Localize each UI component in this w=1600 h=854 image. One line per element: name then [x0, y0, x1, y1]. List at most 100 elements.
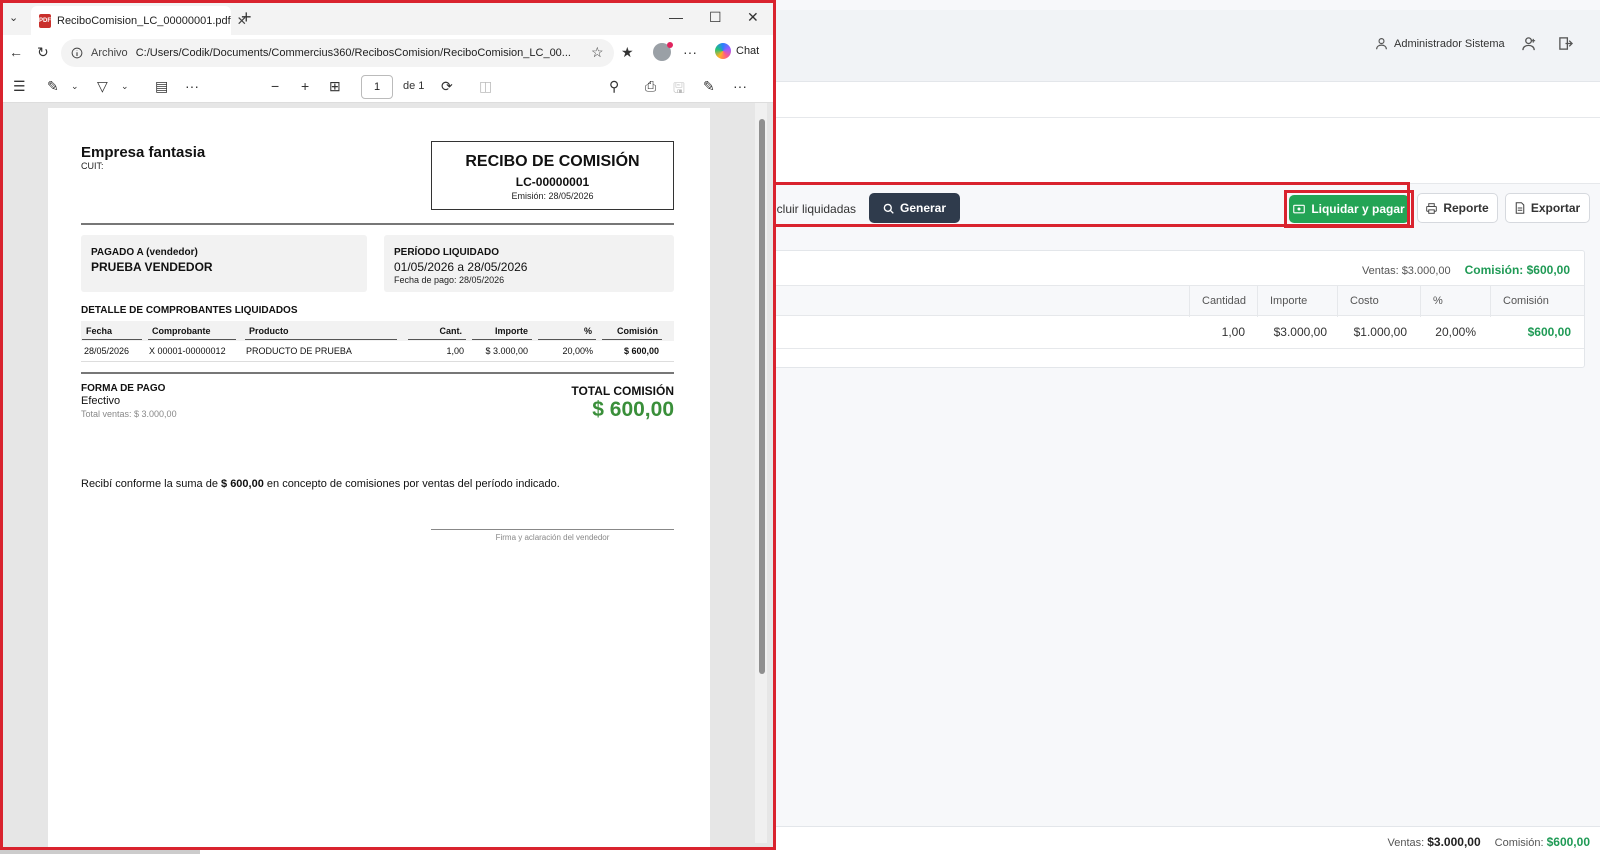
more-icon[interactable]: ···	[683, 44, 697, 60]
address-url: C:/Users/Codik/Documents/Commercius360/R…	[135, 47, 571, 59]
address-scheme-label: Archivo	[91, 47, 128, 59]
zoom-out-icon[interactable]: −	[271, 78, 279, 94]
th-importe: Importe	[472, 324, 532, 340]
user-icon	[1376, 38, 1387, 50]
periodo-range: 01/05/2026 a 28/05/2026	[394, 260, 528, 274]
grid-header-importe[interactable]: Importe	[1257, 286, 1337, 317]
save-icon[interactable]: 🖫	[673, 78, 685, 102]
recibi-statement: Recibí conforme la suma de $ 600,00 en c…	[81, 478, 560, 490]
cell-costo: $1.000,00	[1353, 325, 1407, 339]
tab-strip: ⌄ PDF ReciboComision_LC_00000001.pdf ✕ +…	[3, 3, 773, 35]
fecha-pago: Fecha de pago: 28/05/2026	[394, 275, 505, 285]
cell-importe: $3.000,00	[1273, 325, 1327, 339]
vendedor-name: PRUEBA VENDEDOR	[91, 260, 213, 274]
receipt-header-box: RECIBO DE COMISIÓN LC-00000001 Emisión: …	[431, 141, 674, 210]
grid-header-comision[interactable]: Comisión	[1490, 286, 1586, 317]
printer-icon	[1426, 202, 1438, 214]
user-name: Administrador Sistema	[1394, 37, 1505, 50]
rotate-icon[interactable]: ⟳	[441, 78, 453, 95]
divider	[81, 372, 674, 374]
tab-pdf[interactable]: PDF ReciboComision_LC_00000001.pdf ✕	[31, 6, 247, 35]
user-add-icon[interactable]	[1520, 36, 1538, 54]
more-icon[interactable]: ···	[733, 78, 747, 94]
receipt-title: RECIBO DE COMISIÓN	[465, 153, 640, 170]
scrollbar-thumb[interactable]	[759, 119, 765, 674]
more-icon[interactable]: ···	[185, 78, 199, 94]
chevron-down-icon[interactable]: ⌄	[71, 81, 79, 92]
row-divider	[81, 361, 674, 362]
summary-comision: Comisión: $600,00	[1464, 263, 1570, 277]
receipt-emision: Emisión: 28/05/2026	[511, 191, 594, 201]
pdf-icon: PDF	[39, 13, 51, 28]
fit-icon[interactable]: ⊞	[329, 78, 341, 95]
td-comprobante: X 00001-00000012	[149, 346, 226, 356]
footer-ventas-label: Ventas:	[1387, 837, 1425, 849]
summary-ventas: Ventas: $3.000,00	[1361, 265, 1451, 277]
address-bar[interactable]: Archivo C:/Users/Codik/Documents/Commerc…	[61, 39, 614, 67]
chevron-down-icon[interactable]: ⌄	[9, 11, 18, 24]
refresh-icon[interactable]: ↻	[37, 44, 49, 61]
highlighter-icon[interactable]: ▽	[97, 78, 108, 95]
page-count: de 1	[403, 80, 425, 92]
footer-comision-label: Comisión:	[1494, 837, 1544, 849]
signature-caption: Firma y aclaración del vendedor	[495, 533, 610, 542]
logout-icon[interactable]	[1556, 36, 1574, 54]
recibi-amount: $ 600,00	[221, 478, 264, 490]
recibi-post: en concepto de comisiones por ventas del…	[263, 478, 560, 490]
zoom-in-icon[interactable]: +	[301, 78, 309, 94]
reporte-button[interactable]: Reporte	[1417, 193, 1498, 223]
forma-pago-header: FORMA DE PAGO	[81, 383, 166, 394]
exportar-button[interactable]: Exportar	[1505, 193, 1590, 223]
grid-header-costo[interactable]: Costo	[1337, 286, 1420, 317]
td-producto: PRODUCTO DE PRUEBA	[246, 346, 352, 356]
text-icon[interactable]: ▤	[155, 78, 168, 95]
td-fecha: 28/05/2026	[84, 346, 130, 356]
pagado-header: PAGADO A (vendedor)	[91, 247, 198, 258]
th-producto: Producto	[245, 324, 397, 340]
star-icon[interactable]: ☆	[591, 44, 604, 61]
draw-icon[interactable]: ✎	[47, 78, 59, 95]
cell-porcentaje: 20,00%	[1435, 325, 1476, 339]
pdf-toolbar: ☰ ✎ ⌄ ▽ ⌄ ▤ ··· − + ⊞ 1 de 1 ⟳ ◫ ⚲ ⎙ 🖫 ✎…	[3, 71, 773, 103]
td-cant: 1,00	[446, 346, 464, 356]
pdf-page: Empresa fantasia CUIT: RECIBO DE COMISIÓ…	[48, 108, 710, 847]
td-comision: $ 600,00	[623, 346, 659, 356]
chat-button[interactable]: Chat	[715, 43, 759, 59]
th-comision: Comisión	[602, 324, 662, 340]
save-as-icon[interactable]: ✎	[703, 78, 715, 95]
th-cant: Cant.	[408, 324, 466, 340]
reporte-label: Reporte	[1443, 201, 1489, 215]
page-number-input[interactable]: 1	[361, 75, 393, 99]
total-comision-value: $ 600,00	[592, 398, 674, 421]
two-page-icon[interactable]: ◫	[479, 78, 492, 95]
back-icon[interactable]: ←	[9, 44, 23, 60]
th-fecha: Fecha	[82, 324, 142, 340]
window-close-icon[interactable]: ✕	[747, 9, 759, 26]
signature-line	[431, 529, 674, 530]
new-tab-icon[interactable]: +	[241, 7, 252, 28]
cell-comision: $600,00	[1527, 325, 1571, 339]
favorites-icon[interactable]: ★	[621, 44, 634, 61]
company-cuit: CUIT:	[81, 161, 104, 171]
maximize-icon[interactable]: ☐	[709, 9, 722, 26]
print-icon[interactable]: ⎙	[645, 78, 656, 95]
footer-comision-value: $600,00	[1546, 835, 1590, 849]
divider	[81, 223, 674, 225]
receipt-number: LC-00000001	[515, 175, 590, 189]
grid-header-cantidad[interactable]: Cantidad	[1189, 286, 1257, 317]
file-icon	[1515, 202, 1525, 214]
search-icon[interactable]: ⚲	[609, 78, 619, 95]
table-row[interactable]: 1,00 $3.000,00 $1.000,00 20,00% $600,00	[771, 316, 1584, 349]
grid-header: Cantidad Importe Costo % Comisión	[771, 285, 1586, 317]
footer-ventas-value: $3.000,00	[1427, 835, 1481, 849]
footer-totals: Ventas: $3.000,00 Comisión: $600,00	[1387, 835, 1590, 849]
recibi-pre: Recibí conforme la suma de	[81, 478, 222, 490]
chevron-down-icon[interactable]: ⌄	[121, 81, 129, 92]
grid-header-porcentaje[interactable]: %	[1420, 286, 1490, 317]
list-icon[interactable]: ☰	[13, 78, 26, 95]
user-menu[interactable]: Administrador Sistema	[1375, 37, 1505, 50]
minimize-icon[interactable]: —	[669, 9, 683, 25]
td-importe: $ 3.000,00	[485, 346, 528, 356]
periodo-header: PERÍODO LIQUIDADO	[394, 247, 500, 258]
total-ventas: Total ventas: $ 3.000,00	[81, 409, 177, 419]
